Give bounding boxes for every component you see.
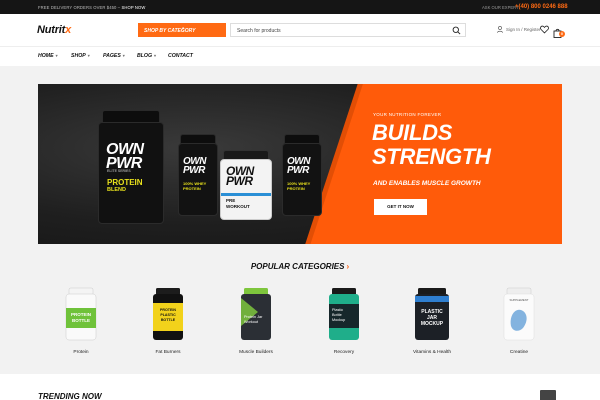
category-muscle-builders[interactable]: Protein Jar Workout Muscle Builders — [221, 286, 291, 360]
category-name: Creatine — [509, 350, 529, 355]
product-jar-pre-workout: OWN PWR PRE WORKOUT — [220, 150, 272, 220]
jar-brand: OWN PWR — [183, 156, 206, 176]
category-vitamins-health[interactable]: PLASTIC JAR MOCKUP Vitamins & Health — [397, 286, 467, 360]
jar-brand: OWN PWR — [287, 156, 310, 176]
jar-brand: OWN PWR — [106, 141, 144, 172]
hero-banner[interactable]: OWN PWR ELITE SERIES PROTEIN BLEND OWN P… — [38, 84, 562, 244]
creatine-jar-image: SUPPLEMENT — [503, 287, 535, 341]
hero-title-line2: STRENGTH — [372, 144, 491, 169]
jar-sub: WORKOUT — [226, 204, 250, 209]
jar-body: OWN PWR PRE WORKOUT — [220, 159, 272, 220]
account-link[interactable]: Sign In / Register — [497, 26, 541, 33]
jar-name: PRE — [226, 198, 236, 203]
product-jar-protein-blend: OWN PWR ELITE SERIES PROTEIN BLEND — [98, 110, 164, 224]
jar-label-line1: PROTEIN — [160, 308, 176, 312]
jar-label-line1: Protein Jar — [244, 315, 263, 319]
jar-label-line2: Workout — [244, 320, 259, 324]
user-icon — [497, 26, 503, 33]
search-icon[interactable] — [452, 26, 461, 35]
jar-body: OWN PWR 100% WHEY PROTEIN — [178, 143, 218, 216]
vitamins-jar-image: PLASTIC JAR MOCKUP — [415, 288, 449, 340]
trending-title: TRENDING NOW — [38, 392, 102, 400]
nav-item-contact[interactable]: CONTACT — [168, 53, 193, 59]
jar-label-line1: PROTEIN — [71, 312, 91, 317]
get-it-now-button[interactable]: GET IT NOW — [374, 199, 427, 215]
popular-categories-title[interactable]: POPULAR CATEGORIES › — [0, 262, 600, 271]
shop-by-category-label: SHOP BY CATEGORY — [144, 27, 196, 34]
chevron-down-icon: ▾ — [55, 53, 58, 58]
category-protein[interactable]: PROTEIN BOTTLE Protein — [46, 286, 116, 360]
cart-count-badge: 0 — [559, 31, 565, 37]
logo[interactable]: Nutritx — [37, 24, 71, 36]
search-input[interactable] — [237, 27, 437, 35]
jar-sub: PROTEIN — [183, 186, 201, 191]
nav-item-pages[interactable]: PAGES ▾ — [103, 53, 125, 59]
logo-main: Nutrit — [37, 24, 66, 36]
header: Nutritx SHOP BY CATEGORY › Sign In / Reg… — [0, 14, 600, 46]
nav-item-home[interactable]: HOME ▾ — [38, 53, 58, 59]
nav-label: CONTACT — [168, 53, 193, 59]
chevron-down-icon: ▾ — [122, 53, 125, 58]
category-recovery[interactable]: Plastic Bottle Mockup Recovery — [309, 286, 379, 360]
account-label: Sign In / Register — [506, 27, 541, 32]
nav-label: SHOP — [71, 53, 86, 59]
cart-button[interactable]: 0 — [553, 25, 565, 38]
carousel-arrow-button[interactable] — [540, 390, 556, 400]
category-name: Muscle Builders — [239, 350, 273, 355]
chevron-down-icon: ▾ — [154, 53, 157, 58]
jar-label-line2: BOTTLE — [72, 318, 90, 323]
jar-stripe — [221, 193, 271, 196]
category-name: Vitamins & Health — [412, 350, 452, 355]
recovery-jar-image: Plastic Bottle Mockup — [329, 288, 359, 340]
nav-label: HOME — [38, 53, 54, 59]
category-name: Recovery — [333, 350, 355, 355]
product-jar-whey-right: OWN PWR 100% WHEY PROTEIN — [282, 134, 322, 216]
main-nav: HOME ▾ SHOP ▾ PAGES ▾ BLOG ▾ CONTACT — [0, 46, 600, 66]
jar-body: OWN PWR ELITE SERIES PROTEIN BLEND — [98, 122, 164, 224]
promo-text: FREE DELIVERY ORDERS OVER $450 – SHOP NO… — [38, 5, 145, 10]
promo-message: FREE DELIVERY ORDERS OVER $450 – — [38, 4, 121, 10]
chevron-down-icon: ▾ — [87, 53, 90, 58]
section-title-label: POPULAR CATEGORIES — [250, 262, 345, 271]
protein-jar-image: PROTEIN BOTTLE — [65, 287, 97, 341]
shop-by-category-button[interactable]: SHOP BY CATEGORY › — [138, 23, 226, 37]
product-jar-whey-yellow: OWN PWR 100% WHEY PROTEIN — [178, 134, 218, 216]
jar-line: ELITE SERIES — [107, 169, 131, 173]
category-fat-burners[interactable]: PROTEIN PLASTIC BOTTLE Fat Burners — [133, 286, 203, 360]
jar-label-line2: Bottle — [332, 313, 342, 317]
search-box — [230, 23, 466, 37]
category-name: Fat Burners — [155, 350, 181, 355]
category-name: Protein — [73, 350, 89, 355]
fat-burner-jar-image: PROTEIN PLASTIC BOTTLE — [153, 288, 183, 340]
jar-label-line3: Mockup — [332, 318, 345, 322]
chevron-right-icon: › — [182, 26, 184, 32]
ask-expert-label: ASK OUR EXPERT — [482, 5, 519, 10]
phone-number[interactable]: +(40) 800 0246 888 — [515, 4, 568, 10]
heart-icon[interactable] — [540, 25, 549, 34]
nav-label: BLOG — [137, 53, 152, 59]
jar-sub: BLEND — [107, 187, 126, 193]
jar-label-line3: BOTTLE — [161, 318, 176, 322]
hero-kicker: YOUR NUTRITION FOREVER — [373, 112, 442, 117]
shop-now-link[interactable]: SHOP NOW — [121, 5, 145, 10]
top-bar: FREE DELIVERY ORDERS OVER $450 – SHOP NO… — [0, 0, 600, 14]
nav-item-blog[interactable]: BLOG ▾ — [137, 53, 156, 59]
logo-x: x — [65, 24, 72, 36]
category-creatine[interactable]: SUPPLEMENT Creatine — [484, 286, 554, 360]
jar-label-line1: SUPPLEMENT — [510, 298, 529, 302]
jar-body: OWN PWR 100% WHEY PROTEIN — [282, 143, 322, 216]
jar-label-line1: Plastic — [332, 308, 343, 312]
jar-label-line3: MOCKUP — [421, 321, 444, 327]
hero-title: BUILDS STRENGTH — [372, 121, 491, 169]
hero-title-line1: BUILDS — [372, 120, 453, 145]
nav-label: PAGES — [103, 53, 121, 59]
muscle-builder-jar-image: Protein Jar Workout — [241, 288, 271, 340]
jar-brand: OWN PWR — [226, 164, 254, 189]
jar-sub: PROTEIN — [287, 186, 305, 191]
chevron-right-icon: › — [346, 262, 350, 271]
nav-item-shop[interactable]: SHOP ▾ — [71, 53, 90, 59]
hero-subtitle: AND ENABLES MUSCLE GROWTH — [373, 180, 481, 187]
jar-label-line2: PLASTIC — [160, 313, 176, 317]
